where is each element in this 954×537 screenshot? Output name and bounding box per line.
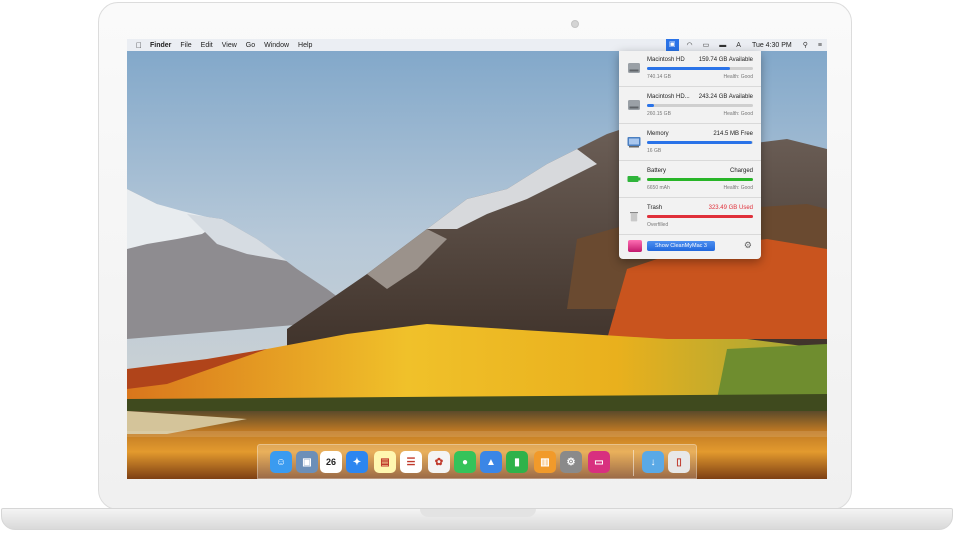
- trash-icon[interactable]: ▯: [668, 451, 690, 473]
- ibooks-icon[interactable]: ▥: [534, 451, 556, 473]
- usage-bar: [647, 178, 753, 181]
- row-health: Health: Good: [723, 185, 753, 191]
- row-subtitle: Overfilled: [647, 222, 669, 228]
- dock-separator: [633, 450, 634, 476]
- memory-icon: [627, 137, 641, 148]
- row-value: 214.5 MB Free: [713, 131, 753, 137]
- cleanmymac-app-icon: [628, 240, 642, 252]
- row-value: 243.24 GB Available: [698, 94, 753, 100]
- wifi-icon[interactable]: ◠: [687, 41, 693, 49]
- hard-drive-icon: [628, 100, 640, 110]
- user-icon[interactable]: A: [736, 42, 741, 49]
- safari-icon[interactable]: ✦: [346, 451, 368, 473]
- system-preferences-icon[interactable]: ⚙: [560, 451, 582, 473]
- camera: [571, 20, 579, 28]
- cleanmymac-menu-icon[interactable]: ▣: [665, 39, 679, 51]
- disk-row-macintosh-hd-2[interactable]: Macintosh HD... 243.24 GB Available 260.…: [619, 88, 761, 124]
- keynote-icon[interactable]: ▲: [480, 451, 502, 473]
- popover-footer: Show CleanMyMac 3 ⚙: [619, 235, 761, 259]
- menu-file[interactable]: File: [180, 42, 191, 49]
- reminders-icon[interactable]: ☰: [400, 451, 422, 473]
- row-subtitle: 740.14 GB: [647, 74, 671, 80]
- usage-bar: [647, 104, 753, 107]
- disk-row-macintosh-hd[interactable]: Macintosh HD 159.74 GB Available 740.14 …: [619, 51, 761, 87]
- menu-window[interactable]: Window: [264, 42, 289, 49]
- airplay-icon[interactable]: ▭: [703, 41, 710, 49]
- laptop-base: [1, 508, 953, 530]
- row-subtitle: 16 GB: [647, 148, 662, 154]
- row-title: Macintosh HD...: [647, 94, 690, 100]
- row-title: Macintosh HD: [647, 57, 685, 63]
- notes-icon[interactable]: ▤: [374, 451, 396, 473]
- menu-view[interactable]: View: [222, 42, 237, 49]
- row-title: Trash: [647, 205, 663, 211]
- menu-edit[interactable]: Edit: [201, 42, 213, 49]
- cleanmymac-popover: Macintosh HD 159.74 GB Available 740.14 …: [619, 51, 761, 259]
- show-cleanmymac-button[interactable]: Show CleanMyMac 3: [647, 241, 715, 251]
- list-icon[interactable]: ≡: [818, 42, 822, 49]
- screen:  Finder File Edit View Go Window Help ▣…: [127, 39, 827, 479]
- memory-row[interactable]: Memory 214.5 MB Free 16 GB: [619, 125, 761, 161]
- photos-icon[interactable]: ✿: [428, 451, 450, 473]
- row-title: Memory: [647, 131, 669, 137]
- apple-menu-icon[interactable]: : [136, 41, 142, 50]
- menubar-clock[interactable]: Tue 4:30 PM: [752, 42, 792, 49]
- row-health: Health: Good: [723, 111, 753, 117]
- row-health: Health: Good: [723, 74, 753, 80]
- trash-row[interactable]: Trash 323.49 GB Used Overfilled: [619, 199, 761, 235]
- finder-icon[interactable]: ☺: [270, 451, 292, 473]
- facetime-icon[interactable]: ●: [454, 451, 476, 473]
- row-subtitle: 6650 mAh: [647, 185, 670, 191]
- usage-bar: [647, 141, 753, 144]
- row-subtitle: 260.15 GB: [647, 111, 671, 117]
- spotlight-icon[interactable]: ⚲: [803, 41, 808, 49]
- usage-bar: [647, 215, 753, 218]
- battery-row[interactable]: Battery Charged 6650 mAh Health: Good: [619, 162, 761, 198]
- calendar-icon[interactable]: 26: [320, 451, 342, 473]
- menu-go[interactable]: Go: [246, 42, 255, 49]
- row-value: Charged: [729, 168, 753, 174]
- battery-icon[interactable]: ▬: [719, 42, 726, 49]
- row-value: 323.49 GB Used: [708, 205, 753, 211]
- gear-icon[interactable]: ⚙: [744, 240, 752, 251]
- menu-app-name[interactable]: Finder: [150, 42, 171, 49]
- dock: ☺ ▣ 26 ✦ ▤ ☰ ✿ ● ▲ ▮ ▥ ⚙ ▭ ↓ ▯: [257, 444, 697, 479]
- hard-drive-icon: [628, 63, 640, 73]
- menubar:  Finder File Edit View Go Window Help ▣…: [127, 39, 827, 51]
- preview-icon[interactable]: ▣: [296, 451, 318, 473]
- row-value: 159.74 GB Available: [698, 57, 753, 63]
- menu-help[interactable]: Help: [298, 42, 312, 49]
- laptop-notch: [420, 509, 536, 517]
- row-title: Battery: [647, 168, 667, 174]
- menubar-status-area: ▣ ◠ ▭ ▬ A Tue 4:30 PM ⚲ ≡: [663, 39, 827, 51]
- trash-icon: [630, 212, 638, 222]
- battery-icon: [627, 176, 641, 182]
- downloads-folder-icon[interactable]: ↓: [642, 451, 664, 473]
- usage-bar: [647, 67, 753, 70]
- numbers-icon[interactable]: ▮: [506, 451, 528, 473]
- cleanmymac-icon[interactable]: ▭: [588, 451, 610, 473]
